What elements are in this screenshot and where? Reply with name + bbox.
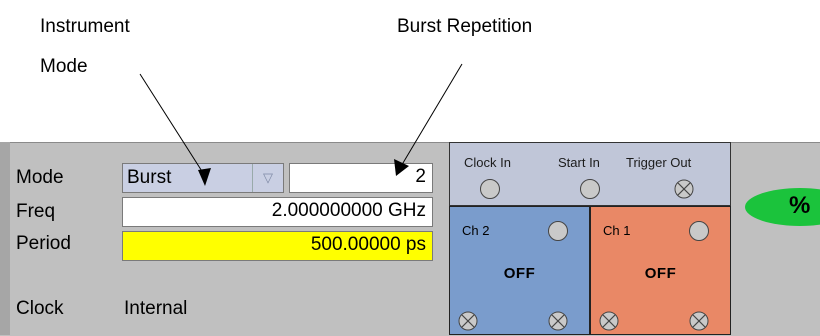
instrument-mode-leader — [139, 73, 206, 177]
burst-repetition-arrowhead — [394, 159, 409, 176]
instrument-mode-arrowhead — [198, 168, 211, 186]
callout-leaders — [139, 63, 463, 186]
burst-repetition-leader — [399, 63, 463, 169]
